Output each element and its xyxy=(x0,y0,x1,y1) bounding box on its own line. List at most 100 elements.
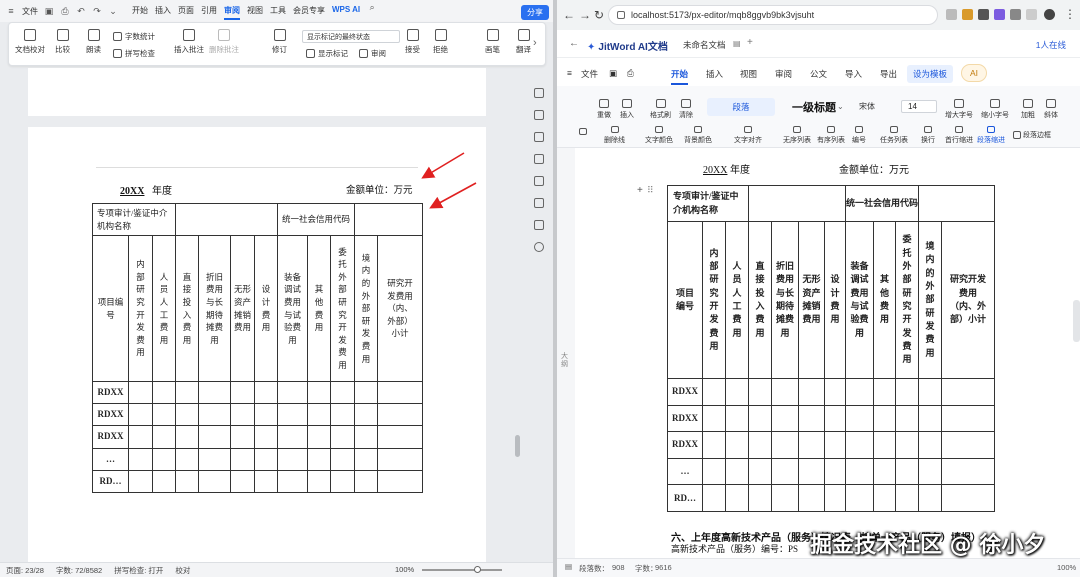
bold-button[interactable]: 加粗 xyxy=(1021,99,1035,120)
add-row-icon[interactable]: + xyxy=(637,185,643,196)
status-list-icon[interactable]: ▤ xyxy=(565,562,572,571)
back-arrow-icon[interactable]: ← xyxy=(569,38,579,49)
wps-scrollbar[interactable] xyxy=(515,435,520,457)
chevron-right-icon[interactable]: › xyxy=(533,37,537,49)
jit-file-menu[interactable]: 文件 xyxy=(581,68,598,80)
extension-icon[interactable] xyxy=(978,9,989,20)
chevron-down-icon[interactable]: ⌄ xyxy=(108,6,118,16)
edit-icon[interactable] xyxy=(534,110,544,120)
first-indent-button[interactable]: 首行缩进 xyxy=(945,126,973,145)
text-color-button[interactable]: 文字颜色 xyxy=(645,126,673,145)
spell-check-status[interactable]: 拼写检查: 打开 xyxy=(114,565,163,576)
credit-code-value-jit[interactable] xyxy=(918,185,996,222)
jit-menu-official[interactable]: 公文 xyxy=(810,68,827,80)
redo-button[interactable]: 重做 xyxy=(597,99,611,120)
wps-menu-home[interactable]: 开始 xyxy=(132,3,148,20)
zoom-slider[interactable] xyxy=(422,569,502,571)
sidepanel-icon[interactable] xyxy=(1026,9,1037,20)
jit-menu-icon[interactable]: ≡ xyxy=(567,68,572,78)
reject-button[interactable]: 拒绝 xyxy=(433,29,448,55)
jit-menu-review[interactable]: 审阅 xyxy=(775,68,792,80)
search-icon[interactable]: ⌕ xyxy=(367,2,377,13)
forward-icon[interactable]: → xyxy=(579,8,591,22)
extension-icon[interactable] xyxy=(946,9,957,20)
wps-menu-review[interactable]: 审阅 xyxy=(224,3,240,20)
revise-button[interactable]: 修订 xyxy=(272,29,287,55)
wps-menu-tools[interactable]: 工具 xyxy=(270,3,286,20)
numbering-button[interactable]: 编号 xyxy=(852,126,866,145)
help-icon[interactable] xyxy=(534,242,544,252)
image-icon[interactable] xyxy=(534,176,544,186)
zoom-slider-handle[interactable] xyxy=(474,566,481,573)
reload-icon[interactable]: ↻ xyxy=(594,8,604,22)
clear-format-button[interactable]: 清除 xyxy=(679,99,693,120)
credit-code-value[interactable] xyxy=(354,203,424,236)
para-border-button[interactable]: 段落边框 xyxy=(1013,130,1051,140)
format-painter-button[interactable]: 格式刷 xyxy=(650,99,671,120)
text-align-button[interactable]: 文字对齐 xyxy=(734,126,762,145)
wps-file-menu[interactable]: 文件 xyxy=(22,6,38,17)
set-template-button[interactable]: 设为模板 xyxy=(907,65,954,83)
shape-icon[interactable] xyxy=(534,154,544,164)
jit-menu-home[interactable]: 开始 xyxy=(671,68,689,85)
font-family-select[interactable]: 宋体 xyxy=(859,101,899,112)
insert-button[interactable]: 插入 xyxy=(620,99,634,120)
pen-tool-icon[interactable] xyxy=(534,88,544,98)
compare-button[interactable]: 比较 xyxy=(55,29,70,55)
jit-menu-export[interactable]: 导出 xyxy=(880,68,897,80)
puzzle-icon[interactable] xyxy=(1010,9,1021,20)
font-smaller-button[interactable]: 缩小字号 xyxy=(981,99,1009,120)
read-aloud-button[interactable]: 朗读 xyxy=(86,29,101,55)
chevron-down-icon[interactable]: ⌄ xyxy=(837,102,844,111)
doc-name[interactable]: 未命名文档 xyxy=(683,39,726,51)
print-icon[interactable]: ⎙ xyxy=(60,6,70,16)
online-users[interactable]: 1人在线 xyxy=(1036,39,1066,51)
plugin-icon[interactable] xyxy=(534,220,544,230)
bullet-list-button[interactable]: 无序列表 xyxy=(783,126,811,145)
task-list-button[interactable]: 任务列表 xyxy=(880,126,908,145)
italic-button[interactable]: 斜体 xyxy=(1044,99,1058,120)
jit-menu-view[interactable]: 视图 xyxy=(740,68,757,80)
wps-ai-button[interactable]: WPS AI xyxy=(332,3,360,20)
font-bigger-button[interactable]: 增大字号 xyxy=(945,99,973,120)
jit-scrollbar[interactable] xyxy=(1073,300,1080,342)
paragraph-style-select[interactable]: 段落 xyxy=(707,98,775,116)
wps-menu-page[interactable]: 页面 xyxy=(178,3,194,20)
insert-comment-button[interactable]: 插入批注 xyxy=(174,29,204,55)
ai-button[interactable]: AI xyxy=(961,64,988,82)
menu-icon[interactable]: ≡ xyxy=(6,6,16,16)
save-icon[interactable]: ▣ xyxy=(44,6,54,16)
proofread-button[interactable]: 文档校对 xyxy=(15,29,45,55)
review-pane-button[interactable]: 审阅 xyxy=(359,48,386,59)
redo-icon[interactable]: ↷ xyxy=(92,6,102,16)
address-bar[interactable]: localhost:5173/px-editor/mqb8ggvb9bk3vjs… xyxy=(608,5,938,25)
wps-menu-reference[interactable]: 引用 xyxy=(201,3,217,20)
jit-menu-insert[interactable]: 插入 xyxy=(706,68,723,80)
doc-menu-icon[interactable]: ▤ xyxy=(733,39,741,48)
wps-menu-insert[interactable]: 插入 xyxy=(155,3,171,20)
site-info-icon[interactable] xyxy=(617,11,625,19)
tools-icon[interactable] xyxy=(534,198,544,208)
jit-print-icon[interactable]: ⎙ xyxy=(627,68,634,79)
agency-value-jit[interactable] xyxy=(748,185,847,222)
agency-value[interactable] xyxy=(175,203,279,236)
wps-menu-member[interactable]: 会员专享 xyxy=(293,3,325,20)
show-markup-button[interactable]: 显示标记 xyxy=(306,48,348,59)
wps-menu-view[interactable]: 视图 xyxy=(247,3,263,20)
para-indent-button[interactable]: 段落缩进 xyxy=(977,126,1005,145)
pen-button[interactable]: 画笔 xyxy=(485,29,500,55)
undo-icon[interactable]: ↶ xyxy=(76,6,86,16)
word-count-button[interactable]: 字数统计 xyxy=(113,31,155,42)
report-table-jit[interactable]: 专项审计/鉴证中介机构名称 统一社会信用代码 项目编号 内部研究开发费用 人员人… xyxy=(666,185,996,512)
font-size-select[interactable]: 14 xyxy=(901,100,937,113)
share-button[interactable]: 分享 xyxy=(521,5,549,20)
strikethrough-button[interactable]: 删除线 xyxy=(604,126,625,145)
ordered-list-button[interactable]: 有序列表 xyxy=(817,126,845,145)
avatar[interactable] xyxy=(1044,9,1055,20)
translate-button[interactable]: 翻译 xyxy=(516,29,531,55)
bg-color-button[interactable]: 背景颜色 xyxy=(684,126,712,145)
outline-label[interactable]: 大纲 xyxy=(561,353,569,368)
jitword-editor-page[interactable]: 20XX 年度 金额单位：万元 + ⠿ 专项审计/鉴证中介机构名称 统一社会信用… xyxy=(575,148,1076,558)
back-icon[interactable]: ← xyxy=(563,8,575,22)
extension-icon[interactable] xyxy=(994,9,1005,20)
